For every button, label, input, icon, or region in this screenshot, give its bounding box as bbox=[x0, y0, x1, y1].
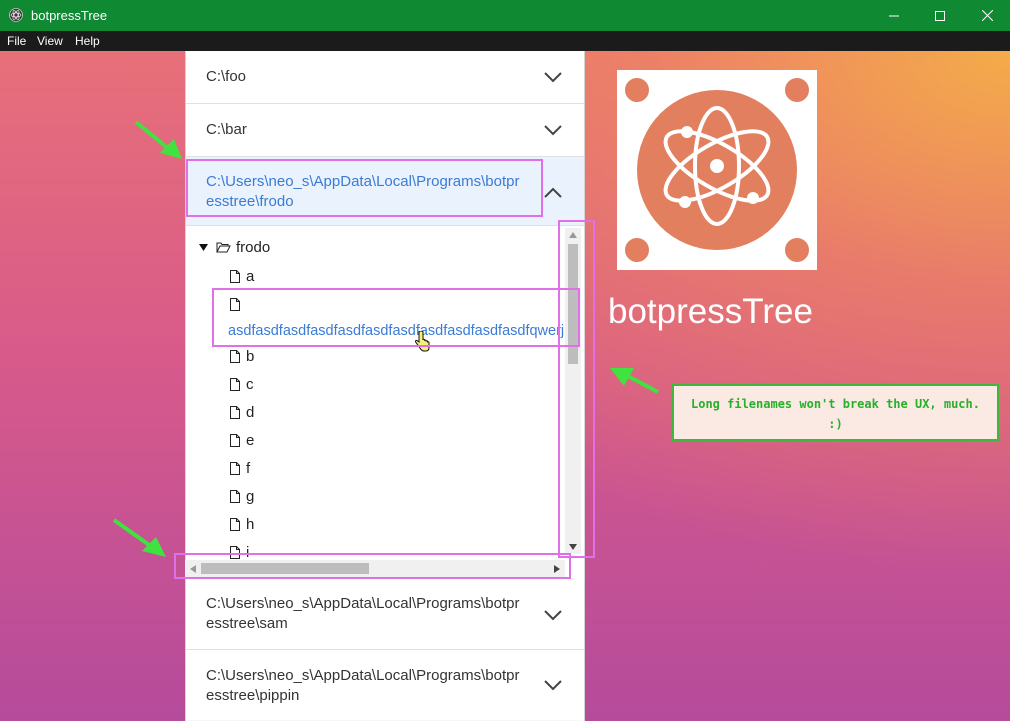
accordion-label-line1: C:\Users\neo_s\AppData\Local\Programs\bo… bbox=[206, 595, 520, 612]
tree-file-label: c bbox=[246, 376, 254, 393]
file-icon bbox=[230, 434, 240, 447]
tree-file-label: a bbox=[246, 268, 255, 285]
app-title: botpressTree bbox=[608, 292, 813, 331]
menu-help[interactable]: Help bbox=[75, 34, 100, 48]
annotation-note: Long filenames won't break the UX, much.… bbox=[672, 384, 999, 441]
folder-accordion: C:\foo C:\bar C:\Users\neo_s\AppData\Loc… bbox=[185, 51, 585, 721]
chevron-down-icon bbox=[544, 680, 562, 691]
accordion-label: C:\bar bbox=[206, 121, 247, 138]
caret-down-icon[interactable] bbox=[199, 244, 208, 251]
file-icon bbox=[230, 518, 240, 531]
tree-folder-root[interactable]: frodo bbox=[236, 239, 270, 257]
minimize-icon bbox=[889, 15, 899, 16]
electron-logo-icon bbox=[625, 78, 809, 262]
annotation-note-line2: :) bbox=[828, 417, 843, 431]
file-icon bbox=[230, 270, 240, 283]
chevron-down-icon bbox=[544, 72, 562, 83]
highlight-long-filename bbox=[212, 288, 580, 347]
accordion-label: C:\foo bbox=[206, 68, 247, 85]
maximize-icon bbox=[935, 10, 945, 21]
menu-bar: File View Help bbox=[0, 31, 1010, 51]
highlight-horizontal-scrollbar bbox=[174, 553, 571, 579]
title-bar: botpressTree bbox=[0, 0, 1010, 31]
accordion-item-foo[interactable]: C:\foo bbox=[186, 51, 584, 104]
accordion-item-sam[interactable]: C:\Users\neo_s\AppData\Local\Programs\bo… bbox=[186, 581, 584, 650]
file-icon bbox=[230, 490, 240, 503]
folder-open-icon bbox=[216, 242, 231, 253]
tree-file-label: h bbox=[246, 516, 255, 533]
menu-file[interactable]: File bbox=[7, 34, 26, 48]
tree-file-label: g bbox=[246, 488, 255, 505]
highlight-vertical-scrollbar bbox=[558, 220, 595, 558]
minimize-button[interactable] bbox=[871, 0, 917, 31]
annotation-note-line1: Long filenames won't break the UX, much. bbox=[691, 397, 980, 411]
chevron-up-icon bbox=[544, 187, 562, 198]
app-icon bbox=[9, 8, 23, 22]
menu-view[interactable]: View bbox=[37, 34, 63, 48]
accordion-item-pippin[interactable]: C:\Users\neo_s\AppData\Local\Programs\bo… bbox=[186, 650, 584, 720]
chevron-down-icon bbox=[544, 125, 562, 136]
tree-file-label: e bbox=[246, 432, 255, 449]
highlight-selected-folder bbox=[186, 159, 543, 217]
maximize-button[interactable] bbox=[917, 0, 963, 31]
accordion-label-line1: C:\Users\neo_s\AppData\Local\Programs\bo… bbox=[206, 667, 520, 684]
file-tree: frodo a asdfasdfasdfasdfasdfasdfasdfasdf… bbox=[186, 226, 584, 581]
chevron-down-icon bbox=[544, 610, 562, 621]
annotation-arrow-icon bbox=[134, 120, 182, 159]
accordion-item-bar[interactable]: C:\bar bbox=[186, 104, 584, 157]
close-icon bbox=[981, 10, 993, 21]
tree-file-label: d bbox=[246, 404, 255, 421]
tree-file-label: b bbox=[246, 348, 255, 365]
accordion-label-line2: esstree\pippin bbox=[206, 687, 300, 704]
annotation-arrow-icon bbox=[112, 518, 166, 557]
window-title: botpressTree bbox=[31, 8, 108, 23]
app-logo bbox=[617, 70, 817, 270]
file-icon bbox=[230, 406, 240, 419]
file-icon bbox=[230, 378, 240, 391]
file-icon bbox=[230, 350, 240, 363]
accordion-label-line2: esstree\sam bbox=[206, 615, 288, 632]
close-button[interactable] bbox=[964, 0, 1010, 31]
tree-file-label: f bbox=[246, 460, 251, 477]
annotation-arrow-icon bbox=[610, 368, 659, 394]
file-icon bbox=[230, 462, 240, 475]
